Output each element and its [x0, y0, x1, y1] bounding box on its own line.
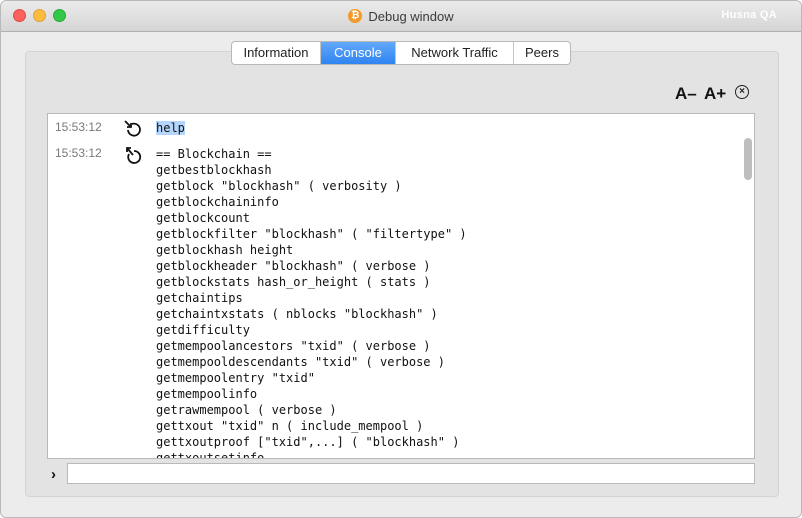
entry-timestamp: 15:53:12: [55, 146, 102, 160]
output-line: getblockcount: [156, 211, 250, 225]
output-line: getrawmempool ( verbose ): [156, 403, 337, 417]
output-line: getblockheader "blockhash" ( verbose ): [156, 259, 431, 273]
tab-peers[interactable]: Peers: [514, 42, 570, 64]
output-line: == Blockchain ==: [156, 147, 272, 161]
clear-console-icon[interactable]: ×: [735, 85, 749, 99]
font-smaller-button[interactable]: A–: [675, 84, 697, 104]
output-line: getmempoolinfo: [156, 387, 258, 401]
entry-command-text: help: [156, 121, 185, 135]
output-line: gettxoutproof ["txid",...] ( "blockhash"…: [156, 435, 460, 449]
bitcoin-icon: ₿: [348, 9, 363, 23]
title-bar: ₿ Debug window Husna QA: [1, 1, 801, 32]
prompt-chevron-icon: ›: [51, 466, 56, 483]
console-output[interactable]: 15:53:12 help 15:53:12 == Blockchain == g…: [47, 113, 755, 459]
output-line: gettxoutsetinfo: [156, 451, 265, 459]
window-title: Debug window: [368, 8, 454, 24]
output-line: getmempooldescendants "txid" ( verbose ): [156, 355, 445, 369]
command-input-icon: [124, 120, 142, 138]
window-title-group: ₿ Debug window: [1, 1, 801, 31]
output-line: getbestblockhash: [156, 163, 272, 177]
output-line: getblockstats hash_or_height ( stats ): [156, 275, 431, 289]
output-line: getmempoolancestors "txid" ( verbose ): [156, 339, 431, 353]
output-line: getblock "blockhash" ( verbosity ): [156, 179, 402, 193]
tab-bar: Information Console Network Traffic Peer…: [231, 41, 571, 65]
console-scrollbar[interactable]: [744, 138, 752, 180]
tab-network-traffic[interactable]: Network Traffic: [396, 42, 514, 64]
entry-output-text: == Blockchain == getbestblockhash getblock…: [156, 146, 467, 459]
console-prompt-row: ›: [47, 463, 755, 485]
user-label: Husna QA: [721, 9, 777, 21]
tab-console[interactable]: Console: [321, 42, 396, 64]
output-line: getchaintxstats ( nblocks "blockhash" ): [156, 307, 438, 321]
output-line: getblockhash height: [156, 243, 294, 257]
output-line: getblockfilter "blockhash" ( "filtertype…: [156, 227, 467, 241]
output-line: getdifficulty: [156, 323, 250, 337]
command-output-icon: [124, 146, 142, 164]
entry-timestamp: 15:53:12: [55, 120, 102, 134]
tab-information[interactable]: Information: [232, 42, 321, 64]
console-command-input[interactable]: [67, 463, 755, 484]
font-larger-button[interactable]: A+: [704, 84, 726, 104]
output-line: getchaintips: [156, 291, 243, 305]
output-line: gettxout "txid" n ( include_mempool ): [156, 419, 424, 433]
output-line: getmempoolentry "txid": [156, 371, 315, 385]
debug-window: ₿ Debug window Husna QA Information Cons…: [0, 0, 802, 518]
output-line: getblockchaininfo: [156, 195, 279, 209]
